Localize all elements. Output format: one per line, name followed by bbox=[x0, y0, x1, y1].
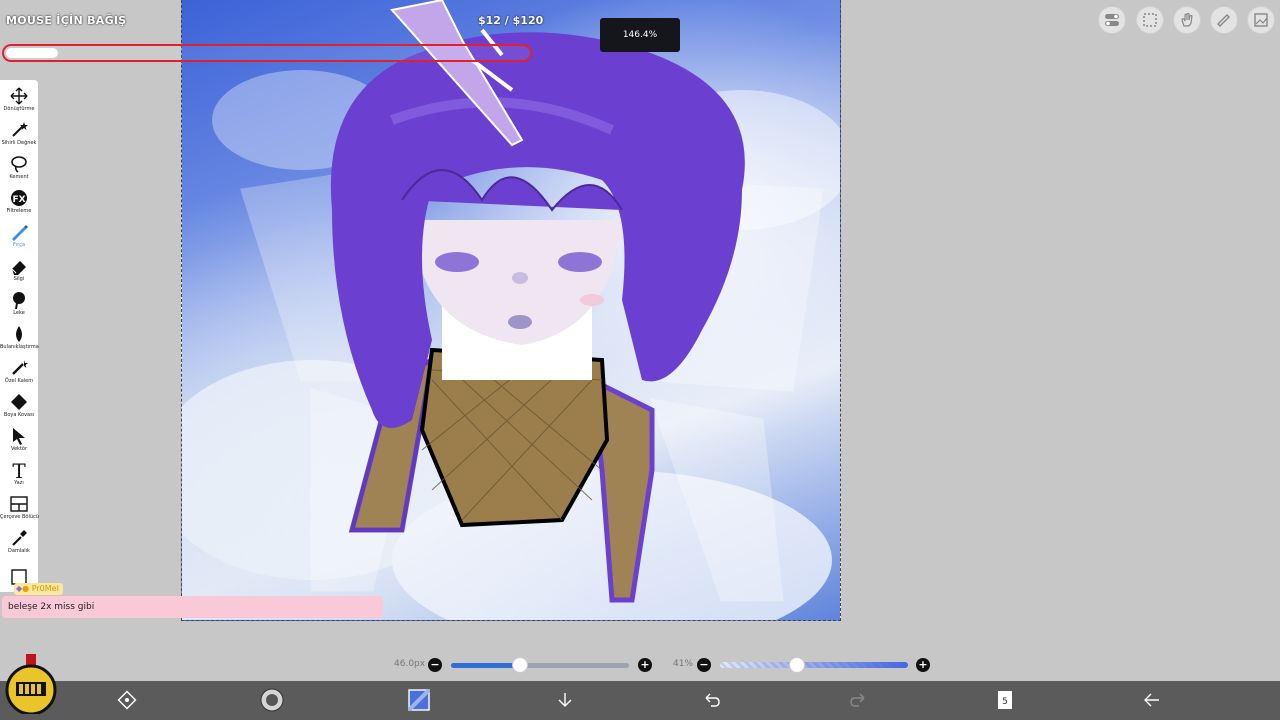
undo-icon[interactable] bbox=[700, 688, 724, 712]
opacity-decrease-button[interactable]: − bbox=[697, 658, 711, 672]
hand-icon[interactable] bbox=[1173, 6, 1201, 34]
tool-filter[interactable]: FX Filtreleme bbox=[0, 186, 38, 220]
badge-icon: ● bbox=[22, 584, 30, 593]
magic-wand-icon bbox=[0, 120, 38, 140]
tool-frame-divider[interactable]: Çerçeve Bölücü bbox=[0, 492, 39, 526]
layer-count: 5 bbox=[1002, 697, 1008, 707]
redo-icon[interactable] bbox=[846, 688, 870, 712]
tool-brush[interactable]: Fırça bbox=[0, 220, 38, 254]
opacity-increase-button[interactable]: + bbox=[916, 658, 930, 672]
svg-text:FX: FX bbox=[12, 195, 25, 205]
move-icon bbox=[0, 86, 38, 106]
tool-label: Fırça bbox=[12, 242, 26, 248]
tool-text[interactable]: T Yazı bbox=[0, 458, 38, 492]
layers-icon[interactable]: 5 bbox=[993, 688, 1017, 712]
donation-amount: $12 / $120 bbox=[478, 14, 544, 27]
tool-label: Kement bbox=[9, 174, 29, 180]
tool-special-pen[interactable]: Özel Kalem bbox=[0, 356, 38, 390]
tool-panel: Dönüştürme Sihirli Değnek Kement FX Filtrele… bbox=[0, 80, 39, 592]
tool-label: Leke bbox=[13, 310, 25, 316]
tool-label: Filtreleme bbox=[6, 208, 32, 214]
size-increase-button[interactable]: + bbox=[638, 658, 652, 672]
tool-label: Damlalık bbox=[8, 548, 30, 554]
selection-icon[interactable] bbox=[1136, 6, 1164, 34]
tool-label: Vektör bbox=[10, 446, 28, 452]
tool-eyedropper[interactable]: Damlalık bbox=[0, 526, 38, 560]
size-decrease-button[interactable]: − bbox=[428, 658, 442, 672]
brush-size-slider[interactable] bbox=[451, 663, 629, 668]
eraser-icon bbox=[0, 256, 38, 276]
bottom-toolbar bbox=[0, 681, 1280, 720]
smudge-icon bbox=[0, 290, 38, 310]
brush-size-fill bbox=[451, 663, 520, 668]
brush-preview-icon[interactable] bbox=[260, 688, 284, 712]
svg-text:T: T bbox=[12, 460, 26, 480]
tool-blur[interactable]: Bulanıklaştırma bbox=[0, 322, 39, 356]
tool-lasso[interactable]: Kement bbox=[0, 152, 38, 186]
blur-drop-icon bbox=[0, 324, 38, 344]
back-icon[interactable] bbox=[1140, 688, 1164, 712]
mascot-logo bbox=[2, 652, 60, 716]
image-icon[interactable] bbox=[1247, 6, 1275, 34]
tool-label: Çerçeve Bölücü bbox=[0, 514, 39, 520]
import-down-icon[interactable] bbox=[553, 688, 577, 712]
tool-transform[interactable]: Dönüştürme bbox=[0, 84, 38, 118]
text-icon: T bbox=[0, 459, 38, 483]
tool-label: Bulanıklaştırma bbox=[0, 344, 39, 350]
chat-username-text: Pr0Mel bbox=[31, 584, 59, 593]
lasso-icon bbox=[0, 154, 38, 174]
fx-icon: FX bbox=[0, 188, 38, 208]
tool-label: Dönüştürme bbox=[3, 106, 35, 112]
tool-magic-wand[interactable]: Sihirli Değnek bbox=[0, 118, 38, 152]
tool-paint-bucket[interactable]: Boya Kovası bbox=[0, 390, 38, 424]
tool-label: Silgi bbox=[13, 276, 25, 282]
brush-size-value: 46.0px bbox=[394, 659, 426, 669]
donation-progress-fill bbox=[6, 48, 58, 58]
bucket-icon bbox=[0, 392, 38, 412]
donation-title: MOUSE İÇİN BAĞIŞ bbox=[6, 14, 127, 27]
tool-label: Sihirli Değnek bbox=[1, 140, 37, 146]
frame-divider-icon bbox=[0, 494, 38, 514]
toggle-icon[interactable] bbox=[1098, 6, 1126, 34]
opacity-value: 41% bbox=[673, 659, 694, 669]
brush-icon bbox=[0, 222, 38, 242]
artwork bbox=[182, 0, 840, 620]
tool-eraser[interactable]: Silgi bbox=[0, 254, 38, 288]
donation-progress-bar bbox=[2, 44, 532, 62]
tool-label: Boya Kovası bbox=[3, 412, 35, 418]
tool-label: Yazı bbox=[14, 480, 24, 486]
vector-arrow-icon bbox=[0, 426, 38, 446]
brush-size-knob[interactable] bbox=[512, 657, 528, 673]
opacity-knob[interactable] bbox=[789, 657, 805, 673]
ruler-icon[interactable] bbox=[1210, 6, 1238, 34]
chat-username: ◆● Pr0Mel bbox=[14, 583, 63, 595]
eyedropper-icon bbox=[0, 528, 38, 548]
tool-label: Özel Kalem bbox=[4, 378, 34, 384]
color-swatch-icon[interactable] bbox=[407, 688, 431, 712]
special-pen-icon bbox=[0, 358, 38, 378]
zoom-level-badge: 146.4% bbox=[600, 18, 680, 52]
opacity-slider[interactable] bbox=[720, 662, 908, 668]
tool-smudge[interactable]: Leke bbox=[0, 288, 38, 322]
drawing-canvas[interactable] bbox=[181, 0, 841, 621]
chat-message: beleşe 2x miss gibi bbox=[2, 596, 383, 618]
tool-vector[interactable]: Vektör bbox=[0, 424, 38, 458]
transform-modify-icon[interactable] bbox=[115, 688, 139, 712]
